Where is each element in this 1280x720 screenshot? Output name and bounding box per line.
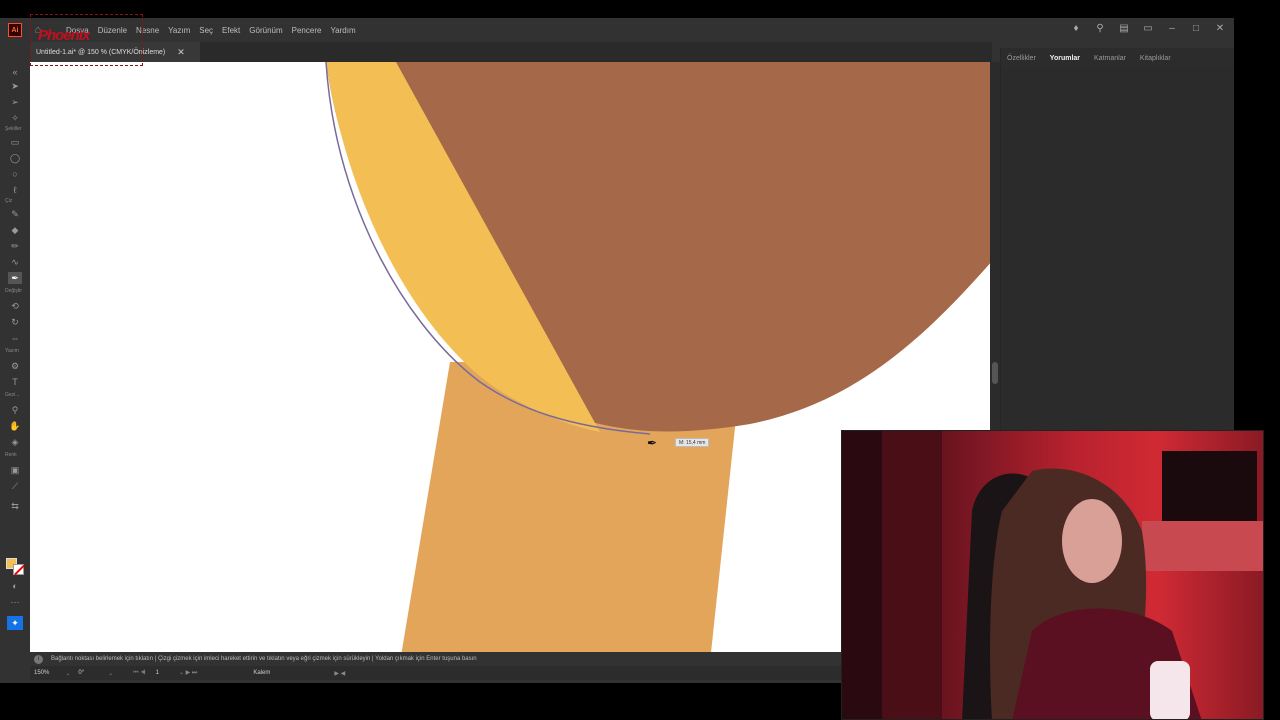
right-panel: Özellikler Yorumlar Katmanlar Kitaplıklar: [1000, 48, 1234, 432]
gradient-tool-icon[interactable]: ▣: [8, 464, 22, 476]
artboard-number[interactable]: 1: [156, 670, 159, 676]
ellipse-tool-icon[interactable]: ◯: [8, 152, 22, 164]
next-artboard-icon[interactable]: ⌄ ▶ ⏭: [179, 669, 197, 677]
lasso-tool-icon[interactable]: ℓ: [8, 184, 22, 196]
more-tools-icon[interactable]: ⋯: [8, 596, 22, 608]
webcam-overlay: [841, 430, 1264, 720]
scrollbar-thumb[interactable]: [992, 362, 998, 384]
rotation-value[interactable]: 0°: [78, 670, 84, 676]
type-tool-icon[interactable]: T: [8, 376, 22, 388]
polygon-tool-icon[interactable]: ○: [8, 168, 22, 180]
bell-icon[interactable]: ♦: [1070, 23, 1082, 34]
menu-item[interactable]: Görünüm: [249, 26, 282, 35]
menu-item[interactable]: Pencere: [292, 26, 322, 35]
magic-wand-tool-icon[interactable]: ✧: [8, 112, 22, 124]
arrange-icon[interactable]: ▭: [1142, 23, 1154, 34]
pen-cursor-icon: ✒: [647, 436, 658, 450]
rotate-view-tool-icon[interactable]: ◈: [8, 436, 22, 448]
tools-panel: « ➤ ➢ ✧ Şekiller ▭ ◯ ○ ℓ Çiz ✎ ◆ ✏ ∿ ✒ D…: [0, 62, 30, 672]
tool-group-label: Gezi...: [5, 392, 20, 398]
chevron-down-icon[interactable]: ⌄: [65, 670, 70, 677]
generative-tool-icon[interactable]: ✦: [7, 616, 23, 630]
menu-bar: Ai ⌂ Dosya Düzenle Nesne Yazım Seç Efekt Görün…: [0, 18, 1234, 42]
panel-tabs: Özellikler Yorumlar Katmanlar Kitaplıklar: [1001, 48, 1234, 68]
swap-colors-icon[interactable]: ⇆: [8, 500, 22, 512]
curvature-tool-icon[interactable]: ∿: [8, 256, 22, 268]
menu-item[interactable]: Efekt: [222, 26, 240, 35]
tool-group-label: Yazım: [5, 348, 19, 354]
webcam-scene: [842, 431, 1263, 719]
workspace-icon[interactable]: ▤: [1118, 23, 1130, 34]
maximize-icon[interactable]: □: [1190, 23, 1202, 34]
panel-tab[interactable]: Yorumlar: [1050, 55, 1080, 62]
close-tab-icon[interactable]: ✕: [177, 47, 185, 58]
search-icon[interactable]: ⚲: [1094, 23, 1106, 34]
panel-tab[interactable]: Özellikler: [1007, 55, 1036, 62]
direct-selection-tool-icon[interactable]: ➢: [8, 96, 22, 108]
info-icon: i: [34, 654, 43, 664]
measure-tooltip: M: 15,4 mm: [675, 438, 710, 447]
zoom-tool-icon[interactable]: ⚲: [8, 404, 22, 416]
draw-mode-icon[interactable]: ◐: [8, 580, 22, 592]
menu-item[interactable]: Yardım: [330, 26, 355, 35]
chevron-down-icon[interactable]: ⌄: [108, 670, 113, 677]
window-controls: ♦ ⚲ ▤ ▭ – □ ✕: [1070, 23, 1226, 34]
status-arrow-icon[interactable]: ▶ ◀: [334, 670, 345, 677]
hint-bar: i Bağlantı noktası belirlemek için tıkla…: [30, 652, 841, 666]
eraser-tool-icon[interactable]: ◆: [8, 224, 22, 236]
panel-tab[interactable]: Katmanlar: [1094, 55, 1126, 62]
app-logo: Ai: [8, 23, 22, 37]
hand-tool-icon[interactable]: ✋: [8, 420, 22, 432]
shaper-tool-icon[interactable]: ⟲: [8, 300, 22, 312]
collapse-icon[interactable]: «: [8, 66, 22, 78]
pen-tool-icon[interactable]: ✒: [8, 272, 22, 284]
paintbrush-tool-icon[interactable]: ✎: [8, 208, 22, 220]
prev-artboard-icon[interactable]: ⏮ ◀: [133, 670, 145, 677]
rotate-tool-icon[interactable]: ↻: [8, 316, 22, 328]
puppet-warp-tool-icon[interactable]: ⚙: [8, 360, 22, 372]
close-window-icon[interactable]: ✕: [1214, 23, 1226, 34]
menu-item[interactable]: Seç: [199, 26, 213, 35]
menu-item[interactable]: Yazım: [168, 26, 190, 35]
status-bar: 150% ⌄ 0° ⌄ ⏮ ◀ 1 ⌄ ▶ ⏭ Kalem ▶ ◀: [30, 666, 841, 680]
panel-tab[interactable]: Kitaplıklar: [1140, 55, 1171, 62]
tool-group-label: Değiştir: [5, 288, 22, 294]
pencil-tool-icon[interactable]: ✏: [8, 240, 22, 252]
watermark-logo: Phoenix: [38, 27, 90, 44]
tool-group-label: Çiz: [5, 198, 13, 204]
panel-body: [1001, 68, 1234, 432]
minimize-icon[interactable]: –: [1166, 23, 1178, 34]
zoom-level[interactable]: 150%: [34, 670, 49, 676]
current-tool-name: Kalem: [253, 670, 271, 676]
tool-group-label: Şekiller: [5, 126, 22, 132]
selection-tool-icon[interactable]: ➤: [8, 80, 22, 92]
tool-group-label: Renk: [5, 452, 17, 458]
eyedropper-tool-icon[interactable]: ⟋: [8, 480, 22, 492]
stroke-color-swatch[interactable]: [13, 564, 24, 575]
hint-text: Bağlantı noktası belirlemek için tıklatı…: [51, 656, 477, 662]
width-tool-icon[interactable]: ⇔: [8, 332, 22, 344]
document-tab-bar: Untitled-1.ai* @ 150 % (CMYK/Önizleme) ✕: [30, 42, 992, 62]
rectangle-tool-icon[interactable]: ▭: [8, 136, 22, 148]
